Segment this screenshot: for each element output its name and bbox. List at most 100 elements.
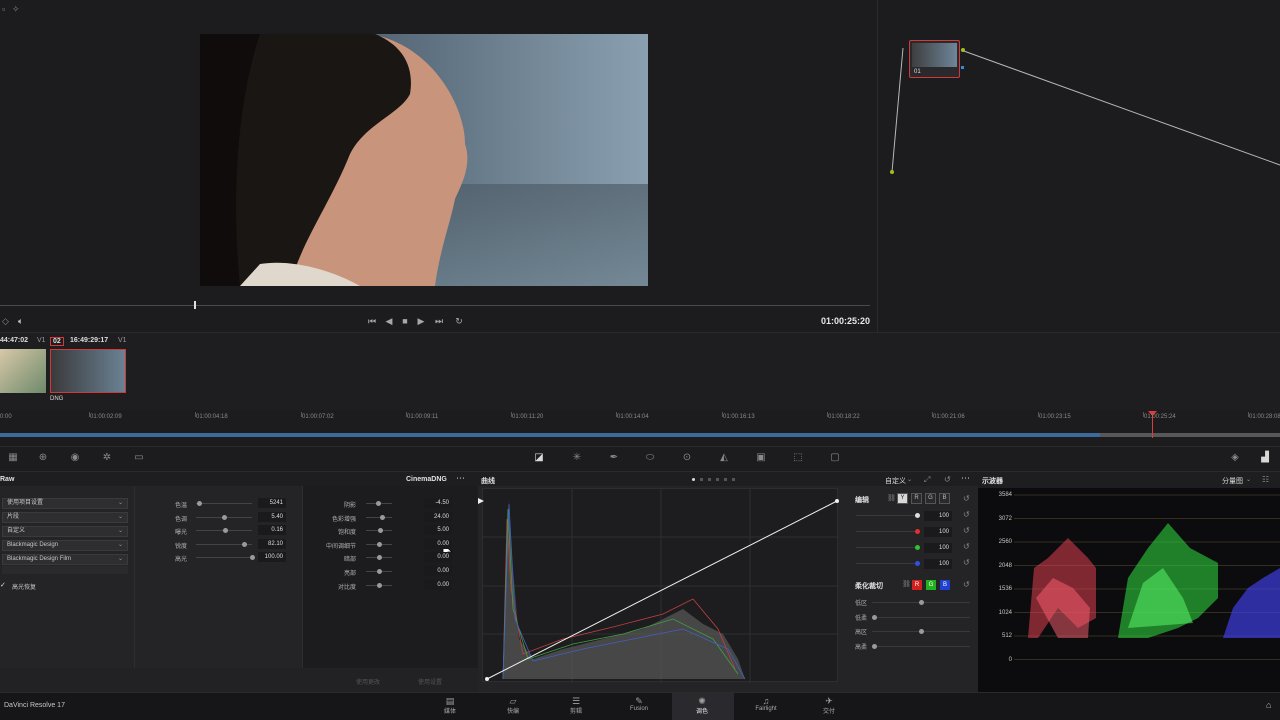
stop-icon[interactable]: ■ [398, 315, 412, 327]
edit-row-reset-icon[interactable]: ↺ [963, 510, 970, 519]
soft-row-knob[interactable] [872, 643, 877, 649]
curves-page-dot[interactable] [692, 478, 695, 481]
raw-col2-value[interactable]: 0.00 [424, 552, 452, 563]
edit-row-reset-icon[interactable]: ↺ [963, 558, 970, 567]
edit-row-value[interactable]: 100 [924, 559, 952, 569]
raw-select-2[interactable]: 自定义 ⌄ [2, 526, 128, 537]
key-icon[interactable]: ⬚ [791, 452, 805, 464]
select-chevron-icon[interactable]: ⌄ [118, 513, 123, 522]
raw-col2-value[interactable]: 0.00 [424, 538, 452, 549]
reset-all-icon[interactable]: ↺ [944, 475, 951, 484]
edit-row-value[interactable]: 100 [924, 527, 952, 537]
raw-options-icon[interactable]: ⋯ [456, 473, 465, 484]
color-node-01[interactable]: 01 [909, 40, 960, 78]
scope-mode-dropdown[interactable]: 分量图 [1222, 476, 1243, 486]
soft-row-knob[interactable] [919, 629, 924, 634]
clip-thumbnail-1[interactable] [0, 349, 46, 393]
layers-icon[interactable]: ◇ [2, 316, 9, 327]
node-output-port[interactable] [961, 66, 964, 69]
use-settings-button[interactable]: 使用设置 [418, 677, 442, 686]
curves-mode-dropdown[interactable]: 自定义 [885, 476, 906, 486]
link-icon[interactable]: ⛓ [887, 494, 896, 502]
magic-mask-icon[interactable]: ◭ [717, 452, 731, 464]
page-tab-0[interactable]: ▤ 媒体 [420, 696, 480, 715]
raw-col2-slider-knob[interactable] [379, 514, 385, 520]
raw-col1-value[interactable]: 100.00 [258, 552, 286, 563]
home-icon[interactable]: ⌂ [1266, 700, 1271, 710]
use-changes-button[interactable]: 使用更改 [356, 677, 380, 686]
raw-col2-slider-knob[interactable] [377, 541, 382, 547]
clip-thumbnail-2[interactable] [50, 349, 126, 393]
color-warper-icon[interactable]: ✳ [570, 452, 584, 464]
soft-b-button[interactable]: B [940, 580, 950, 590]
page-tab-2[interactable]: ☰ 剪辑 [546, 696, 606, 715]
select-chevron-icon[interactable]: ⌄ [118, 541, 123, 550]
channel-g-button[interactable]: G [925, 493, 936, 504]
sizing-icon[interactable]: ▢ [828, 452, 842, 464]
edit-row-dot[interactable] [915, 529, 920, 534]
channel-r-button[interactable]: R [911, 493, 922, 504]
curves-icon[interactable]: ◪ [532, 452, 546, 464]
raw-col2-value[interactable]: 5.00 [424, 525, 452, 536]
channel-b-button[interactable]: B [939, 493, 950, 504]
raw-col2-value[interactable]: 0.00 [424, 579, 452, 590]
go-to-end-icon[interactable]: ⏭︎ [432, 315, 446, 327]
select-chevron-icon[interactable]: ⌄ [118, 527, 123, 536]
raw-select-1[interactable]: 片段 ⌄ [2, 512, 128, 523]
qualifier-icon[interactable]: ✒ [607, 452, 621, 464]
curves-graph[interactable] [482, 488, 839, 683]
raw-col1-value[interactable]: 5.40 [258, 511, 286, 522]
raw-col1-slider-knob[interactable] [241, 541, 247, 547]
curves-mode-chevron-icon[interactable]: ⌄ [907, 476, 912, 483]
edit-row-dot[interactable] [915, 513, 920, 518]
raw-col2-slider-knob[interactable] [377, 555, 382, 561]
timeline-track[interactable] [0, 433, 1280, 437]
channel-y-button[interactable]: Y [897, 493, 908, 504]
scope-mode-chevron-icon[interactable]: ⌄ [1246, 476, 1251, 483]
raw-col1-value[interactable]: 0.16 [258, 525, 286, 536]
curves-page-dots[interactable] [700, 478, 740, 481]
raw-select-4[interactable]: Blackmagic Design Film ⌄ [2, 554, 128, 565]
page-tab-1[interactable]: ▱ 快编 [483, 696, 543, 715]
edit-reset-icon[interactable]: ↺ [963, 494, 970, 503]
play-icon[interactable]: ▶ [414, 315, 428, 327]
raw-col2-value[interactable]: 24.00 [424, 511, 452, 522]
soft-reset-icon[interactable]: ↺ [963, 580, 970, 589]
raw-col2-value[interactable]: -4.50 [424, 498, 452, 508]
tracker-icon[interactable]: ⊙ [680, 452, 694, 464]
viewer-menu-icon[interactable]: ▫ [2, 4, 5, 14]
viewer-scrubber[interactable] [0, 305, 870, 306]
color-wheels-icon[interactable]: ◉ [68, 452, 82, 464]
scopes-icon[interactable]: ▟ [1258, 452, 1272, 464]
raw-col1-slider[interactable] [196, 557, 252, 559]
edit-row-dot[interactable] [915, 545, 920, 550]
scrubber-playhead[interactable] [194, 301, 196, 309]
raw-col1-slider-knob[interactable] [222, 514, 227, 520]
highlight-recovery-checkbox[interactable]: ✓ [0, 581, 6, 589]
raw-col2-slider-knob[interactable] [377, 569, 382, 574]
loop-icon[interactable]: ↻ [452, 315, 466, 327]
page-tab-3[interactable]: ✎ Fusion [609, 696, 669, 712]
soft-link-icon[interactable]: ⛓ [902, 580, 911, 588]
raw-col2-slider-knob[interactable] [376, 501, 382, 506]
color-match-icon[interactable]: ⊕ [36, 452, 50, 464]
keyframes-icon[interactable]: ◈ [1228, 452, 1242, 464]
curves-options-icon[interactable]: ⋯ [961, 473, 970, 484]
select-chevron-icon[interactable]: ⌄ [118, 555, 123, 564]
raw-col2-value[interactable]: 0.00 [424, 566, 452, 576]
raw-col2-slider-knob[interactable] [377, 528, 383, 534]
blur-icon[interactable]: ▣ [754, 452, 768, 464]
soft-r-button[interactable]: R [912, 580, 922, 590]
soft-row-knob[interactable] [872, 614, 877, 620]
page-tab-6[interactable]: ✈ 交付 [799, 696, 859, 715]
scope-settings-icon[interactable]: ☷ [1262, 475, 1269, 484]
window-icon[interactable]: ⬭ [643, 452, 657, 464]
edit-row-value[interactable]: 100 [924, 511, 952, 521]
expand-icon[interactable]: ⤢ [924, 475, 930, 485]
soft-row-slider[interactable] [872, 616, 970, 618]
play-reverse-icon[interactable]: ◀ [382, 315, 396, 327]
raw-col1-slider[interactable] [196, 503, 252, 504]
soft-g-button[interactable]: G [926, 580, 936, 590]
motion-effects-icon[interactable]: ▭ [132, 452, 146, 464]
soft-row-slider[interactable] [872, 645, 970, 647]
